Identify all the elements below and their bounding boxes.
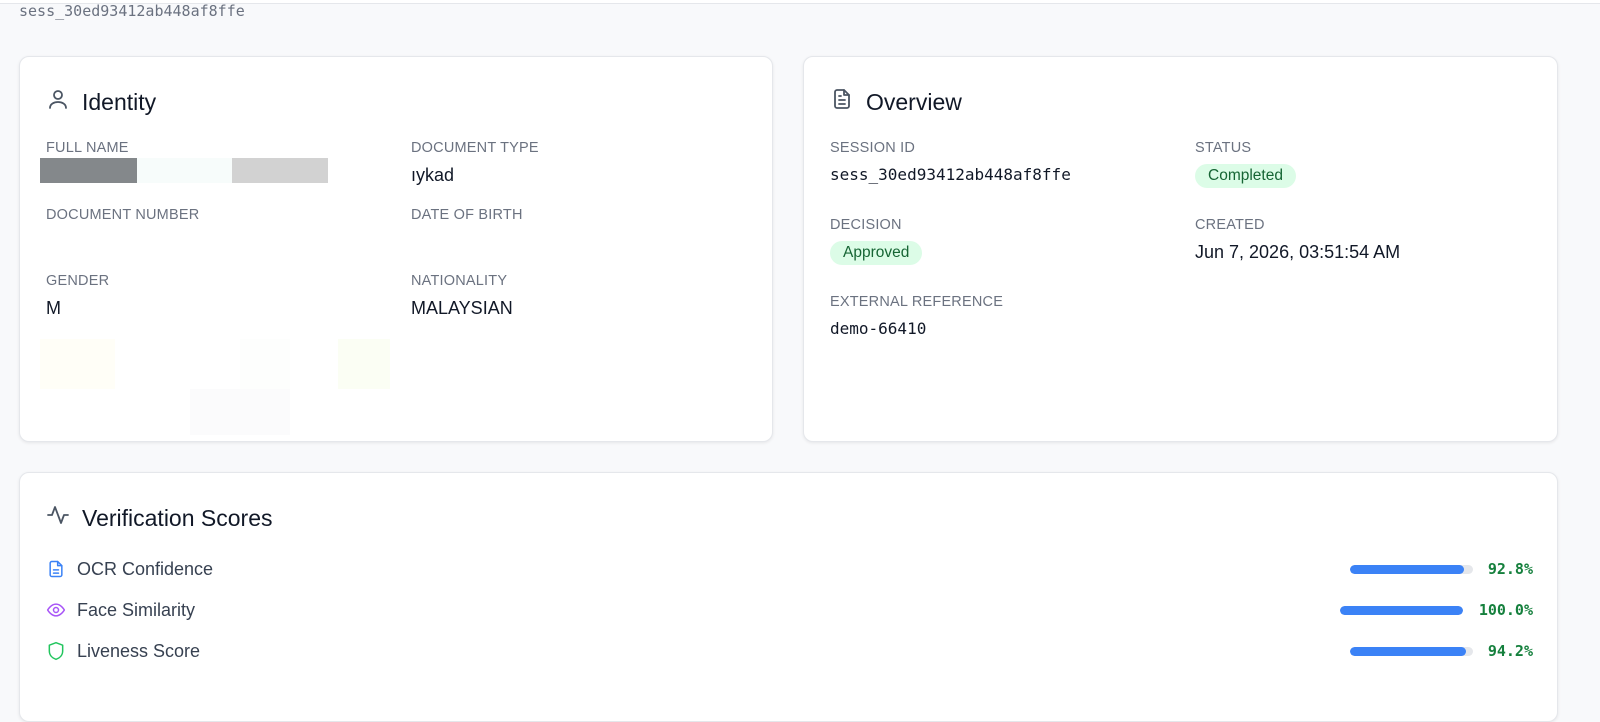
- score-percent: 94.2%: [1487, 642, 1533, 660]
- nationality-field: NATIONALITY MALAYSIAN: [411, 273, 513, 319]
- full-name-redaction-3: [232, 158, 328, 183]
- score-percent: 100.0%: [1478, 601, 1533, 619]
- full-name-redaction: [40, 158, 137, 183]
- date-of-birth-field: DATE OF BIRTH: [411, 207, 523, 223]
- document-type-value: ıykad: [411, 165, 455, 185]
- nationality-value: MALAYSIAN: [411, 298, 513, 318]
- score-bar-group: 100.0%: [1340, 597, 1533, 623]
- session-id-label: SESSION ID: [830, 140, 915, 156]
- nationality-label: NATIONALITY: [411, 273, 508, 289]
- gender-label: GENDER: [46, 273, 110, 289]
- document-icon: [830, 87, 854, 117]
- user-icon: [46, 87, 70, 117]
- date-of-birth-label: DATE OF BIRTH: [411, 207, 523, 223]
- external-reference-value: demo-66410: [830, 319, 927, 338]
- created-field: CREATED Jun 7, 2026, 03:51:54 AM: [1195, 217, 1400, 263]
- status-badge: Completed: [1195, 164, 1296, 188]
- session-id-value: sess_30ed93412ab448af8ffe: [830, 165, 1071, 184]
- progress-bar-track: [1350, 646, 1473, 656]
- score-label: Face Similarity: [77, 599, 196, 620]
- overview-title-text: Overview: [866, 88, 962, 115]
- session-id-field: SESSION ID sess_30ed93412ab448af8ffe: [830, 140, 1071, 184]
- gender-value: M: [46, 298, 61, 318]
- document-number-field: DOCUMENT NUMBER: [46, 207, 199, 223]
- overview-title: Overview: [830, 87, 962, 117]
- progress-bar-fill: [1350, 646, 1466, 656]
- shield-icon: [46, 641, 66, 661]
- external-reference-field: EXTERNAL REFERENCE demo-66410: [830, 294, 1003, 338]
- activity-icon: [46, 503, 70, 533]
- progress-bar-track: [1340, 605, 1463, 615]
- score-percent: 92.8%: [1487, 560, 1533, 578]
- progress-bar-fill: [1340, 605, 1463, 615]
- status-field: STATUS Completed: [1195, 140, 1296, 188]
- gender-field: GENDER M: [46, 273, 109, 319]
- score-label: Liveness Score: [77, 640, 201, 661]
- score-bar-group: 92.8%: [1350, 556, 1533, 582]
- decision-badge: Approved: [830, 241, 923, 265]
- score-bar-group: 94.2%: [1350, 638, 1533, 664]
- status-label: STATUS: [1195, 140, 1252, 156]
- address-redaction: [40, 339, 115, 389]
- score-label: OCR Confidence: [77, 558, 214, 579]
- document-icon: [46, 559, 66, 579]
- address-redaction-4: [190, 389, 290, 435]
- session-id-header: sess_30ed93412ab448af8ffe: [19, 2, 245, 20]
- eye-icon: [46, 600, 66, 620]
- identity-title: Identity: [46, 87, 156, 117]
- scores-title-text: Verification Scores: [82, 504, 273, 531]
- identity-card: Identity FULL NAME DOCUMENT TYPE ıykad D…: [19, 56, 773, 442]
- created-value: Jun 7, 2026, 03:51:54 AM: [1195, 242, 1401, 262]
- external-reference-label: EXTERNAL REFERENCE: [830, 294, 1004, 310]
- address-redaction-2: [240, 339, 290, 389]
- full-name-field: FULL NAME: [46, 140, 129, 156]
- full-name-redaction-2: [137, 158, 232, 183]
- document-type-field: DOCUMENT TYPE ıykad: [411, 140, 539, 186]
- scores-title: Verification Scores: [46, 503, 272, 533]
- address-redaction-3: [338, 339, 390, 389]
- document-number-label: DOCUMENT NUMBER: [46, 207, 200, 223]
- verification-scores-card: Verification Scores OCR Confidence 92.8%…: [19, 472, 1558, 722]
- decision-field: DECISION Approved: [830, 217, 923, 265]
- progress-bar-fill: [1350, 564, 1465, 574]
- created-label: CREATED: [1195, 217, 1265, 233]
- score-row-liveness-score: Liveness Score 94.2%: [46, 638, 1533, 664]
- document-type-label: DOCUMENT TYPE: [411, 140, 539, 156]
- progress-bar-track: [1350, 564, 1473, 574]
- overview-card: Overview SESSION ID sess_30ed93412ab448a…: [803, 56, 1558, 442]
- score-row-face-similarity: Face Similarity 100.0%: [46, 597, 1533, 623]
- score-row-ocr-confidence: OCR Confidence 92.8%: [46, 556, 1533, 582]
- full-name-label: FULL NAME: [46, 140, 129, 156]
- decision-label: DECISION: [830, 217, 902, 233]
- identity-title-text: Identity: [82, 88, 157, 115]
